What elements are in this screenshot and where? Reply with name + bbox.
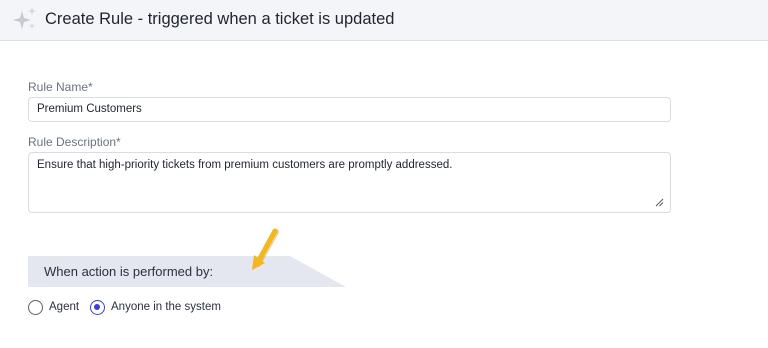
radio-agent-circle[interactable] — [28, 300, 43, 315]
rule-description-label: Rule Description* — [28, 135, 121, 149]
rule-description-value: Ensure that high-priority tickets from p… — [37, 159, 453, 171]
radio-anyone-circle[interactable] — [90, 300, 105, 315]
radio-anyone-label[interactable]: Anyone in the system — [111, 301, 221, 313]
rule-name-input[interactable]: Premium Customers — [28, 97, 671, 122]
resize-handle-icon[interactable] — [655, 198, 664, 207]
radio-agent-label[interactable]: Agent — [49, 301, 79, 313]
radio-selected-dot — [94, 304, 100, 310]
performed-by-heading: When action is performed by: — [44, 264, 214, 279]
rule-description-textarea[interactable]: Ensure that high-priority tickets from p… — [28, 152, 671, 213]
rule-name-label: Rule Name* — [28, 80, 93, 94]
page-title: Create Rule - triggered when a ticket is… — [45, 10, 395, 28]
sparkle-icon — [13, 7, 36, 29]
page-header: Create Rule - triggered when a ticket is… — [0, 0, 768, 41]
pointer-arrow-icon — [252, 228, 279, 270]
rule-name-value: Premium Customers — [37, 103, 142, 115]
